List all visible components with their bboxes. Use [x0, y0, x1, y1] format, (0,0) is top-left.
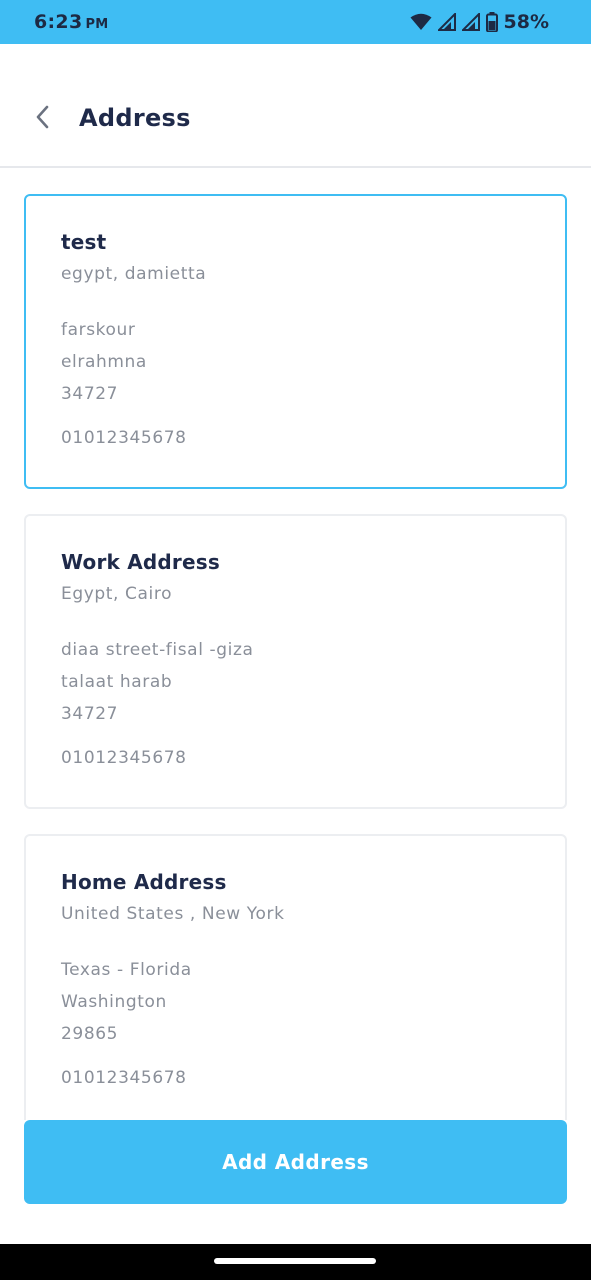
address-name: test — [61, 230, 107, 254]
address-card[interactable]: Work Address Egypt, Cairo diaa street-fi… — [24, 514, 567, 809]
status-bar: 6:23 PM 58% — [0, 0, 591, 44]
address-line2: talaat harab — [61, 672, 173, 692]
signal-icon — [437, 13, 456, 31]
system-nav-bar — [0, 1244, 591, 1280]
status-time: 6:23 PM — [34, 11, 109, 33]
address-card[interactable]: Home Address United States , New York Te… — [24, 834, 567, 1120]
page-title: Address — [79, 104, 191, 132]
address-line2: elrahmna — [61, 352, 147, 372]
address-line1: Texas - Florida — [61, 960, 192, 980]
signal-icon — [461, 13, 480, 31]
address-phone: 01012345678 — [61, 428, 187, 448]
address-phone: 01012345678 — [61, 748, 187, 768]
address-postal: 34727 — [61, 704, 119, 724]
chevron-left-icon — [35, 105, 51, 133]
address-card[interactable]: test egypt, damietta farskour elrahmna 3… — [24, 194, 567, 489]
address-postal: 34727 — [61, 384, 119, 404]
address-name: Work Address — [61, 550, 220, 574]
address-region: United States , New York — [61, 904, 285, 924]
address-line2: Washington — [61, 992, 167, 1012]
back-button[interactable] — [26, 102, 60, 136]
address-line1: farskour — [61, 320, 136, 340]
status-icons: 58% — [410, 11, 549, 33]
clock-time: 6:23 — [34, 11, 83, 33]
app-header: Address — [0, 44, 591, 168]
address-phone: 01012345678 — [61, 1068, 187, 1088]
wifi-icon — [410, 13, 432, 31]
address-region: Egypt, Cairo — [61, 584, 173, 604]
address-postal: 29865 — [61, 1024, 119, 1044]
add-address-button[interactable]: Add Address — [24, 1120, 567, 1204]
address-name: Home Address — [61, 870, 227, 894]
home-indicator[interactable] — [214, 1258, 376, 1264]
battery-percent: 58% — [503, 11, 549, 33]
battery-icon — [485, 12, 498, 32]
address-line1: diaa street-fisal -giza — [61, 640, 254, 660]
clock-ampm: PM — [85, 17, 109, 32]
address-region: egypt, damietta — [61, 264, 207, 284]
address-list[interactable]: test egypt, damietta farskour elrahmna 3… — [0, 168, 591, 1120]
